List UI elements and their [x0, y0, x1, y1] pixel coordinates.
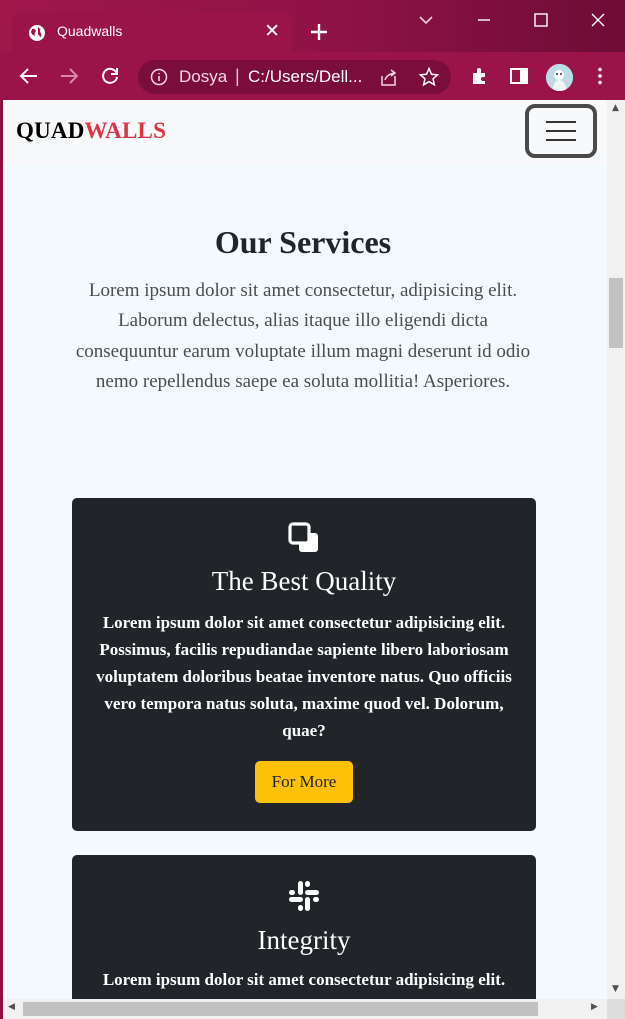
vertical-scroll-thumb[interactable]	[609, 278, 623, 348]
new-tab-icon[interactable]	[306, 19, 332, 45]
card-title: Integrity	[257, 925, 351, 955]
browser-tab[interactable]: Quadwalls ✕	[12, 12, 292, 52]
scroll-down-arrow-icon[interactable]: ▼	[612, 984, 619, 994]
menu-kebab-icon[interactable]	[588, 64, 612, 88]
slack-icon	[289, 881, 319, 911]
maximize-icon[interactable]	[529, 8, 553, 32]
url-text[interactable]: C:/Users/Dell...	[248, 67, 362, 87]
scroll-right-arrow-icon[interactable]: ▶	[591, 1002, 598, 1012]
vertical-scrollbar[interactable]: ▲ ▼	[607, 100, 625, 999]
tab-title: Quadwalls	[57, 23, 123, 39]
url-separator: |	[235, 66, 240, 86]
browser-toolbar: Dosya | C:/Users/Dell...	[0, 52, 625, 100]
info-icon[interactable]	[150, 68, 168, 86]
card-text: Lorem ipsum dolor sit amet consectetur a…	[102, 970, 506, 989]
horizontal-scrollbar[interactable]: ◀ ▶	[3, 999, 607, 1019]
brand-text-walls: WALLS	[84, 118, 167, 143]
site-navbar: QUADWALLS	[3, 100, 607, 164]
services-heading: Our Services	[214, 224, 392, 260]
site-brand-logo[interactable]: QUADWALLS	[16, 118, 166, 144]
for-more-button[interactable]: For More	[255, 761, 353, 803]
url-scheme-label: Dosya	[179, 67, 228, 86]
tab-close-icon[interactable]: ✕	[264, 21, 280, 41]
side-panel-icon[interactable]	[507, 64, 531, 88]
browser-titlebar: Quadwalls ✕	[0, 0, 625, 52]
share-icon[interactable]	[378, 67, 400, 89]
hamburger-icon-bar	[546, 139, 576, 141]
card-title: The Best Quality	[211, 566, 397, 596]
address-bar[interactable]: Dosya | C:/Users/Dell...	[138, 60, 451, 94]
extensions-icon[interactable]	[468, 64, 492, 88]
hamburger-icon-bar	[546, 130, 576, 132]
service-card-integrity: Integrity Lorem ipsum dolor sit amet con…	[72, 855, 536, 999]
profile-picture-icon	[546, 64, 573, 91]
services-description: Lorem ipsum dolor sit amet consectetur, …	[75, 280, 531, 392]
hamburger-icon-bar	[546, 121, 576, 123]
profile-avatar[interactable]	[546, 64, 573, 91]
close-window-icon[interactable]	[586, 8, 610, 32]
back-icon[interactable]	[17, 64, 41, 88]
navbar-toggler-button[interactable]	[525, 104, 597, 158]
scrollbar-corner	[607, 999, 625, 1019]
service-card-quality: The Best Quality Lorem ipsum dolor sit a…	[72, 498, 536, 831]
page-viewport: QUADWALLS Our Services Lorem ipsum dolor…	[3, 100, 607, 999]
card-text: Lorem ipsum dolor sit amet consectetur a…	[96, 613, 512, 740]
globe-icon	[29, 25, 45, 41]
reload-icon[interactable]	[98, 64, 122, 88]
scroll-left-arrow-icon[interactable]: ◀	[8, 1002, 15, 1012]
copy-icon	[288, 522, 318, 552]
minimize-icon[interactable]	[472, 8, 496, 32]
bookmark-star-icon[interactable]	[418, 66, 440, 88]
brand-text-quad: QUAD	[16, 118, 85, 143]
scroll-up-arrow-icon[interactable]: ▲	[612, 103, 619, 113]
forward-icon[interactable]	[57, 64, 81, 88]
horizontal-scroll-thumb[interactable]	[23, 1002, 538, 1016]
tab-search-icon[interactable]	[414, 8, 438, 32]
